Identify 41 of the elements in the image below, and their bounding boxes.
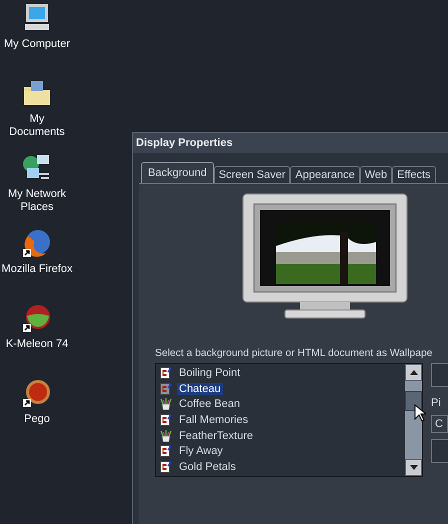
desktop-icon-label[interactable]: My Documents [1, 113, 73, 139]
list-item[interactable]: Chateau [177, 382, 223, 395]
document-icon [160, 460, 172, 473]
document-icon [160, 445, 172, 458]
chameleon-shortcut-icon[interactable] [21, 302, 53, 334]
brush-pot-icon [160, 398, 172, 410]
color-button[interactable] [431, 439, 448, 463]
document-icon [160, 366, 172, 379]
desktop-icon-label[interactable]: K-Meleon 74 [1, 338, 73, 351]
brush-pot-icon [160, 430, 172, 442]
scrollbar[interactable] [405, 364, 422, 476]
down-arrow-icon [410, 465, 418, 470]
globe-shortcut-icon[interactable] [21, 227, 53, 259]
window-title: Display Properties [136, 137, 233, 149]
tab[interactable]: Web [360, 166, 392, 183]
tab[interactable]: Background [141, 162, 214, 183]
desktop-icon-label[interactable]: My Computer [1, 38, 73, 51]
list-item[interactable]: Gold Petals [177, 460, 238, 473]
list-item[interactable]: Fall Memories [177, 414, 250, 426]
scroll-up-button[interactable] [405, 364, 422, 381]
list-item[interactable]: Fly Away [177, 445, 225, 458]
up-arrow-icon [410, 370, 418, 375]
desktop-icon-label[interactable]: Pego [1, 413, 73, 426]
list-item[interactable]: Boiling Point [177, 366, 242, 379]
list-item[interactable]: Coffee Bean [177, 398, 242, 410]
scroll-down-button[interactable] [405, 459, 422, 476]
document-icon [160, 414, 172, 426]
tab[interactable]: Screen Saver [214, 166, 290, 183]
browse-button[interactable] [431, 363, 448, 387]
desktop-icon-label[interactable]: My Network Places [1, 188, 73, 214]
list-item[interactable]: FeatherTexture [177, 430, 255, 442]
position-label: Pi [431, 397, 442, 409]
tab[interactable]: Effects [392, 166, 436, 183]
mouse-pointer-icon [414, 404, 426, 422]
ball-shortcut-icon[interactable] [21, 377, 53, 409]
position-dropdown[interactable]: C [431, 415, 448, 433]
scroll-thumb[interactable] [405, 391, 422, 411]
list-label: Select a background picture or HTML document as Wallpape [155, 348, 434, 359]
document-icon [160, 382, 172, 395]
desktop-icon-label[interactable]: Mozilla Firefox [1, 263, 73, 276]
tab[interactable]: Appearance [290, 166, 360, 183]
